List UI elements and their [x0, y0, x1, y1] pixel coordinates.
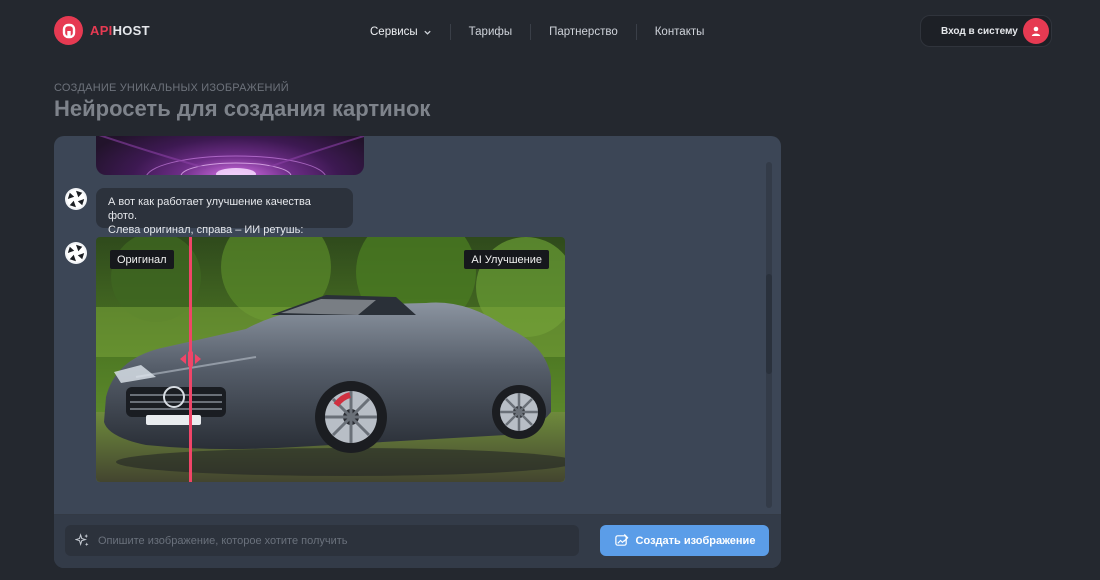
logo-icon	[54, 16, 83, 45]
chat-scrollbar[interactable]	[766, 162, 772, 508]
logo-text-accent: API	[90, 23, 113, 38]
original-label: Оригинал	[110, 250, 174, 269]
previous-generated-image[interactable]	[96, 136, 364, 175]
before-after-image[interactable]: Оригинал AI Улучшение	[96, 237, 565, 482]
nav-item-label: Партнерство	[549, 26, 618, 38]
logo-text-rest: HOST	[112, 23, 150, 38]
nav-item-services[interactable]: Сервисы	[352, 26, 450, 38]
bot-avatar-icon	[65, 188, 87, 210]
nav-item-label: Тарифы	[468, 26, 513, 38]
nav-item-label: Контакты	[654, 26, 705, 38]
sparkles-icon	[75, 533, 89, 547]
message-bubble: А вот как работает улучшение качества фо…	[96, 188, 353, 236]
page-title: Нейросеть для создания картинок	[54, 96, 431, 121]
nav-item-contacts[interactable]: Контакты	[637, 26, 723, 38]
image-edit-icon	[614, 533, 629, 546]
user-icon	[1023, 18, 1049, 44]
chevron-down-icon	[424, 30, 431, 35]
ai-enhanced-label: AI Улучшение	[464, 250, 549, 269]
main-nav: Сервисы Тарифы Партнерство Контакты	[352, 24, 722, 40]
chat-scrollbar-thumb[interactable]	[766, 274, 772, 374]
create-image-label: Создать изображение	[635, 534, 756, 547]
nav-item-label: Сервисы	[370, 26, 418, 38]
prompt-input[interactable]: Опишите изображение, которое хотите полу…	[65, 525, 579, 556]
prompt-placeholder: Опишите изображение, которое хотите полу…	[98, 534, 348, 547]
header: APIHOST Сервисы Тарифы Партнерство Конта…	[0, 0, 1100, 62]
chat-panel: А вот как работает улучшение качества фо…	[54, 136, 781, 568]
login-label: Вход в систему	[941, 25, 1018, 37]
message-line: Слева оригинал, справа – ИИ ретушь:	[108, 224, 304, 236]
logo-text: APIHOST	[90, 23, 150, 38]
bot-avatar-icon	[65, 242, 87, 264]
compare-slider-handle-icon[interactable]	[178, 349, 203, 374]
login-button[interactable]: Вход в систему	[920, 15, 1052, 47]
message-line: А вот как работает улучшение качества фо…	[108, 196, 311, 222]
nav-item-partnership[interactable]: Партнерство	[531, 26, 636, 38]
chat-messages[interactable]: А вот как работает улучшение качества фо…	[54, 136, 781, 514]
logo[interactable]: APIHOST	[54, 16, 150, 45]
create-image-button[interactable]: Создать изображение	[600, 525, 769, 556]
nav-item-pricing[interactable]: Тарифы	[451, 26, 530, 38]
car-photo	[96, 237, 565, 482]
composer: Опишите изображение, которое хотите полу…	[54, 514, 781, 568]
page-subtitle: СОЗДАНИЕ УНИКАЛЬНЫХ ИЗОБРАЖЕНИЙ	[54, 82, 289, 94]
